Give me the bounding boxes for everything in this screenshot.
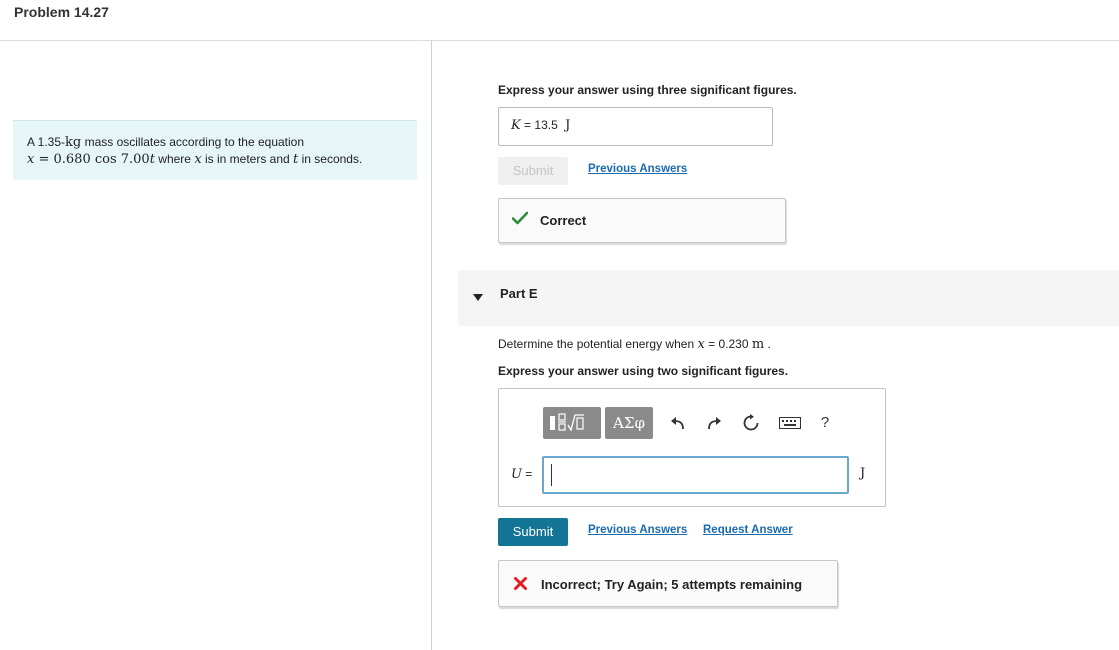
- part-e-previous-answers-link[interactable]: Previous Answers: [588, 524, 687, 536]
- part-e-answer-panel: ΑΣφ ? U = J: [498, 388, 886, 507]
- help-icon[interactable]: ?: [815, 407, 835, 439]
- collapse-triangle-icon[interactable]: [473, 289, 483, 307]
- feedback-text: Incorrect; Try Again; 5 attempts remaini…: [541, 577, 803, 592]
- x-icon: [514, 577, 527, 593]
- feedback-text: Correct: [540, 213, 587, 228]
- answer-value: 13.5: [534, 118, 558, 132]
- part-d-submit-button-disabled[interactable]: Submit: [498, 157, 568, 185]
- problem-line-2: x = 0.680 cos 7.00t where x is in meters…: [27, 152, 363, 167]
- part-e-title: Part E: [500, 286, 538, 301]
- part-d-previous-answers-link[interactable]: Previous Answers: [588, 163, 687, 175]
- part-d-feedback-correct: Correct: [498, 198, 786, 243]
- reset-icon[interactable]: [739, 407, 763, 439]
- input-label: U =: [511, 467, 533, 482]
- part-e-feedback-incorrect: Incorrect; Try Again; 5 attempts remaini…: [498, 560, 838, 607]
- answer-variable: K: [511, 118, 521, 133]
- page-title: Problem 14.27: [14, 4, 109, 20]
- problem-line-1: A 1.35-kg mass oscillates according to t…: [27, 135, 305, 150]
- header-divider: [0, 40, 1119, 41]
- check-icon: [511, 211, 529, 228]
- answer-input[interactable]: [542, 456, 849, 494]
- symbols-button[interactable]: ΑΣφ: [605, 407, 653, 439]
- undo-icon[interactable]: [667, 407, 689, 439]
- fraction-sqrt-templates-icon[interactable]: [543, 407, 601, 439]
- math-toolbar: ΑΣφ ?: [543, 407, 863, 441]
- part-e-header[interactable]: Part E: [458, 270, 1119, 326]
- redo-icon[interactable]: [703, 407, 725, 439]
- part-e-instruction: Express your answer using two significan…: [498, 364, 789, 378]
- part-d-answer-box: K = 13.5 J: [498, 107, 773, 146]
- problem-statement: A 1.35-kg mass oscillates according to t…: [13, 120, 417, 180]
- part-d-instruction: Express your answer using three signific…: [498, 83, 797, 97]
- unit-label: J: [860, 466, 866, 481]
- keyboard-icon[interactable]: [777, 407, 803, 439]
- text-cursor: [551, 464, 552, 486]
- answer-unit: J: [565, 118, 571, 133]
- part-e-submit-button[interactable]: Submit: [498, 518, 568, 546]
- part-e-question: Determine the potential energy when x = …: [498, 337, 771, 352]
- column-divider: [431, 40, 432, 650]
- request-answer-link[interactable]: Request Answer: [703, 524, 793, 536]
